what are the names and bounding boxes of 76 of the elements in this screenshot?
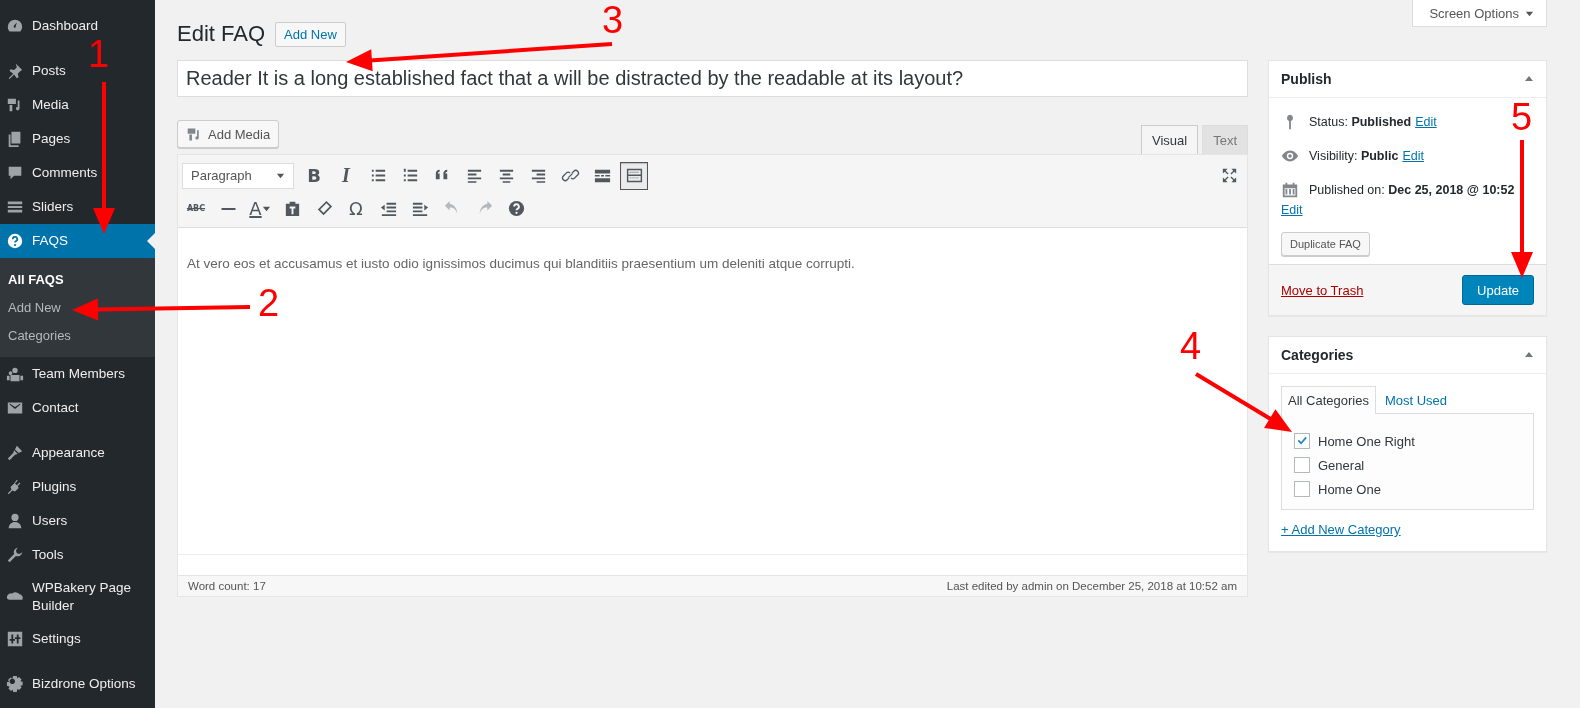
caret-icon [261,204,271,213]
sidebar-item[interactable]: Users [0,504,155,538]
screen-options-tab[interactable]: Screen Options [1412,0,1547,27]
editor-tab[interactable]: Text [1202,125,1248,154]
box-title: Categories [1281,347,1354,363]
add-new-button[interactable]: Add New [275,21,346,47]
keyboard-icon [624,166,644,185]
box-title: Publish [1281,71,1332,87]
text-color-button[interactable]: A [246,194,274,223]
post-title-field[interactable]: Reader It is a long established fact that a will be distracted by the readable at its layout? [177,60,1248,97]
annotation-number: 3 [602,0,624,40]
last-edited-text: Last edited by admin on December 25, 2018 at 10:52 am [946,580,1237,592]
category-tab[interactable]: Most Used [1377,386,1455,414]
annotation-number: 4 [1180,326,1202,366]
settings-icon [6,630,24,648]
edit-link[interactable]: Edit [1402,146,1424,166]
submenu-item[interactable]: All FAQS [0,266,155,294]
checkbox[interactable] [1294,457,1310,473]
pin-icon [6,62,24,80]
page-title: Edit FAQ [177,21,266,47]
sidebar-item[interactable]: Media [0,88,155,122]
annotation-number: 1 [88,34,110,74]
publish-info: Status: Published [1309,114,1412,131]
user-icon [6,512,24,530]
sidebar-item[interactable]: Settings [0,622,155,656]
add-media-button[interactable]: Add Media [177,120,280,148]
horizontal-line-icon [220,207,236,210]
annotation-number: 5 [1511,97,1533,137]
sidebar-item[interactable]: Comments [0,156,155,190]
strikethrough-button[interactable]: ABC [182,194,210,223]
question-icon [6,232,24,250]
editor-content-text: At vero eos et accusamus et iusto odio ignissimos ducimus qui blanditiis praesentium um deleniti atque corrupti. [187,256,856,271]
checkbox[interactable] [1294,433,1310,449]
annotation-number: 2 [258,283,280,323]
move-to-trash-link[interactable]: Move to Trash [1281,282,1364,298]
word-count: Word count: 17 [188,580,266,592]
current-item-notch [147,233,155,249]
checkbox[interactable] [1294,481,1310,497]
category-label: Home One Right [1318,433,1415,449]
sidebar-item[interactable]: Pages [0,122,155,156]
brush-icon [6,444,24,462]
sidebar-item[interactable]: Contact [0,391,155,425]
publish-info: Published on: Dec 25, 2018 @ 10:52 [1309,182,1515,199]
special-character-button[interactable]: Ω [342,194,370,223]
sidebar-item[interactable]: Bizdrone Options [0,667,155,701]
add-category-link[interactable]: + Add New Category [1281,522,1401,537]
sidebar-item[interactable]: Tools [0,538,155,572]
settings-icon [6,675,24,693]
collapse-icon[interactable] [1524,74,1534,84]
sidebar-item[interactable]: Team Members [0,357,155,391]
sidebar-item[interactable]: WPBakery Page Builder [0,572,155,622]
format-dropdown[interactable]: Paragraph [182,162,294,189]
editor-tab[interactable]: Visual [1140,125,1199,154]
category-label: General [1318,457,1365,473]
people-icon [6,365,24,383]
category-label: Home One [1318,481,1381,497]
toolbar-toggle-button[interactable] [620,161,648,190]
caret-icon [276,171,285,180]
publish-info: Visibility: Public [1309,148,1399,165]
sidebar-item[interactable]: Sliders [0,190,155,224]
calendar-icon [1281,181,1299,199]
submenu-item[interactable]: Add New [0,294,155,322]
sidebar-item[interactable]: Appearance [0,436,155,470]
bold-button[interactable]: B [300,161,328,190]
submenu-item[interactable]: Categories [0,322,155,350]
italic-button[interactable]: I [332,161,360,190]
duplicate-button[interactable]: Duplicate FAQ [1281,232,1370,256]
collapse-icon[interactable] [1524,350,1534,360]
edit-link[interactable]: Edit [1415,112,1437,132]
update-button[interactable]: Update [1462,275,1534,305]
category-tab[interactable]: All Categories [1281,386,1376,414]
edit-link[interactable]: Edit [1281,200,1303,220]
help-icon [506,199,526,218]
sidebar-item[interactable]: Plugins [0,470,155,504]
wrench-icon [6,546,24,564]
sidebar-item[interactable]: FAQS [0,224,155,258]
